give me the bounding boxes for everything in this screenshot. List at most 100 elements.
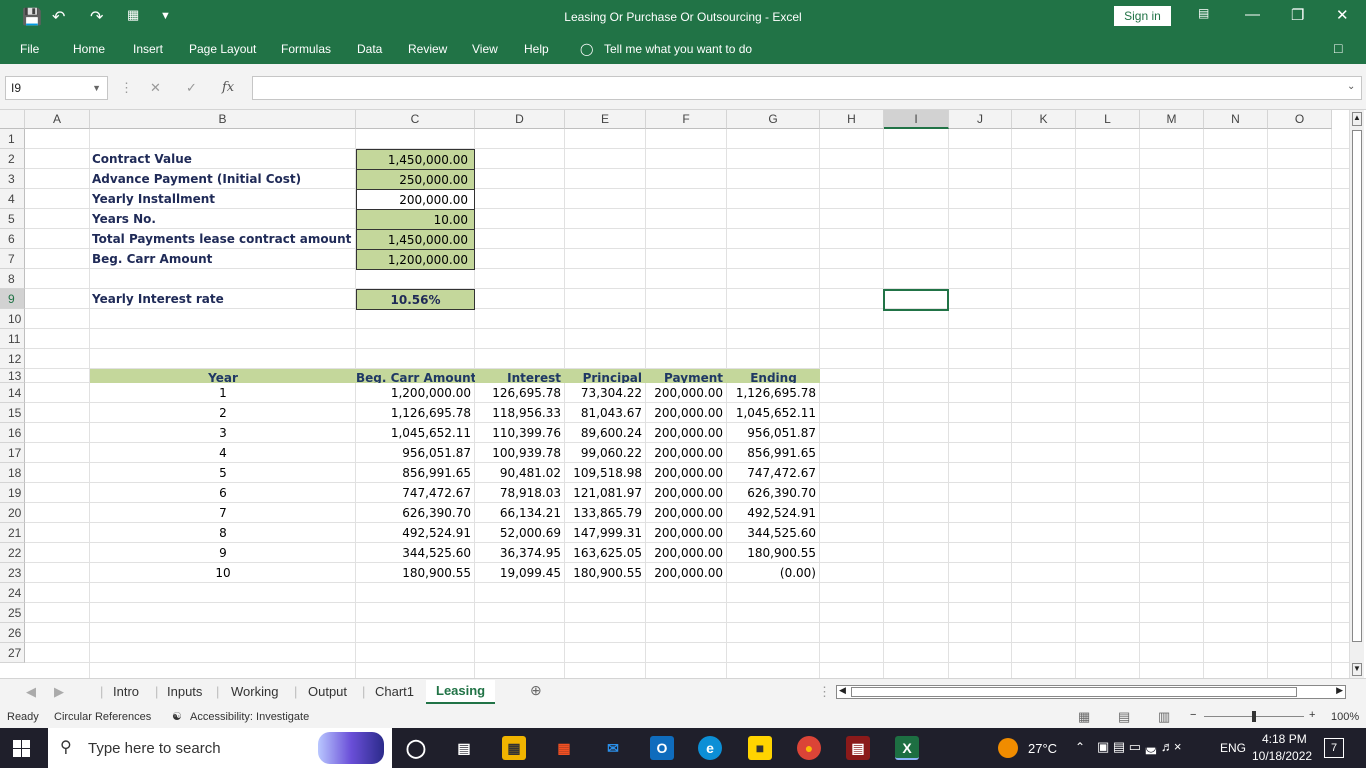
scroll-thumb[interactable]	[1352, 130, 1362, 642]
table-cell[interactable]: 73,304.22	[565, 383, 646, 403]
column-header-j[interactable]: J	[949, 110, 1012, 129]
table-cell[interactable]: 52,000.69	[475, 523, 565, 543]
restore-icon[interactable]: ❐	[1291, 6, 1304, 24]
row-header-16[interactable]: 16	[0, 423, 25, 443]
tab-review[interactable]: Review	[408, 42, 447, 56]
row-header-26[interactable]: 26	[0, 623, 25, 643]
formula-input[interactable]	[252, 76, 1362, 100]
expand-formula-icon[interactable]: ⌄	[1347, 81, 1355, 92]
add-sheet-icon[interactable]: ⊕	[530, 682, 542, 699]
table-cell[interactable]: 4	[90, 443, 356, 463]
table-cell[interactable]: 110,399.76	[475, 423, 565, 443]
tell-me-search[interactable]: Tell me what you want to do	[604, 42, 752, 56]
table-cell[interactable]: 163,625.05	[565, 543, 646, 563]
table-cell[interactable]: 200,000.00	[646, 443, 727, 463]
table-cell[interactable]: 747,472.67	[727, 463, 820, 483]
chrome-icon[interactable]: ●	[797, 736, 821, 760]
zoom-level[interactable]: 100%	[1331, 711, 1359, 723]
tab-insert[interactable]: Insert	[133, 42, 163, 56]
column-header-b[interactable]: B	[90, 110, 356, 129]
tab-data[interactable]: Data	[357, 42, 382, 56]
tab-splitter-icon[interactable]: ⋮	[818, 684, 831, 700]
table-cell[interactable]: 856,991.65	[727, 443, 820, 463]
table-cell[interactable]: 1,200,000.00	[356, 383, 475, 403]
table-cell[interactable]: 956,051.87	[727, 423, 820, 443]
widgets-icon[interactable]: ▤	[452, 736, 476, 760]
tab-page-layout[interactable]: Page Layout	[189, 42, 256, 56]
column-header-o[interactable]: O	[1268, 110, 1332, 129]
table-cell[interactable]: 856,991.65	[356, 463, 475, 483]
table-cell[interactable]: 133,865.79	[565, 503, 646, 523]
zoom-out-icon[interactable]: −	[1190, 709, 1196, 721]
horizontal-scrollbar[interactable]: ◀ ▶	[836, 685, 1346, 699]
zoom-slider-thumb[interactable]	[1252, 711, 1256, 722]
tab-home[interactable]: Home	[73, 42, 105, 56]
sheet-tab-working[interactable]: Working	[231, 684, 278, 699]
comments-icon[interactable]: □	[1334, 40, 1342, 56]
outlook-icon[interactable]: O	[650, 736, 674, 760]
status-accessibility[interactable]: Accessibility: Investigate	[190, 711, 309, 723]
column-header-a[interactable]: A	[25, 110, 90, 129]
row-header-7[interactable]: 7	[0, 249, 25, 269]
row-header-2[interactable]: 2	[0, 149, 25, 169]
windows-start-icon[interactable]	[13, 740, 30, 757]
table-cell[interactable]: 81,043.67	[565, 403, 646, 423]
table-cell[interactable]: 200,000.00	[646, 563, 727, 583]
table-header-0[interactable]: Year	[90, 369, 356, 383]
column-header-m[interactable]: M	[1140, 110, 1204, 129]
tab-file[interactable]: File	[20, 42, 39, 56]
table-cell[interactable]: 626,390.70	[356, 503, 475, 523]
table-cell[interactable]: 6	[90, 483, 356, 503]
table-cell[interactable]: 200,000.00	[646, 503, 727, 523]
table-cell[interactable]: 200,000.00	[646, 383, 727, 403]
table-cell[interactable]: 2	[90, 403, 356, 423]
sign-in-button[interactable]: Sign in	[1114, 6, 1171, 26]
row-header-24[interactable]: 24	[0, 583, 25, 603]
enter-icon[interactable]: ✓	[186, 80, 197, 96]
input-value[interactable]: 10.00	[356, 209, 475, 230]
row-header-6[interactable]: 6	[0, 229, 25, 249]
table-cell[interactable]: 8	[90, 523, 356, 543]
table-cell[interactable]: 1,126,695.78	[356, 403, 475, 423]
table-header-3[interactable]: Principal	[565, 369, 646, 383]
winrar-icon[interactable]: ▤	[846, 736, 870, 760]
column-header-g[interactable]: G	[727, 110, 820, 129]
row-header-27[interactable]: 27	[0, 643, 25, 663]
weather-icon[interactable]	[998, 738, 1018, 758]
table-cell[interactable]: 90,481.02	[475, 463, 565, 483]
table-cell[interactable]: 200,000.00	[646, 403, 727, 423]
rate-label[interactable]: Yearly Interest rate	[92, 289, 354, 309]
page-break-view-icon[interactable]: ▥	[1158, 709, 1170, 725]
column-header-i[interactable]: I	[884, 110, 949, 129]
selected-cell-I9[interactable]	[883, 289, 949, 311]
scroll-right-icon[interactable]: ▶	[1336, 685, 1343, 696]
table-cell[interactable]: 492,524.91	[356, 523, 475, 543]
row-header-13[interactable]: 13	[0, 369, 25, 383]
input-value[interactable]: 1,450,000.00	[356, 229, 475, 250]
clock-date[interactable]: 10/18/2022	[1252, 749, 1312, 763]
close-icon[interactable]: ✕	[1336, 6, 1349, 24]
table-cell[interactable]: 1,126,695.78	[727, 383, 820, 403]
clock-time[interactable]: 4:18 PM	[1262, 732, 1307, 746]
row-header-22[interactable]: 22	[0, 543, 25, 563]
name-box[interactable]: I9 ▼	[5, 76, 108, 100]
row-header-8[interactable]: 8	[0, 269, 25, 289]
sheet-tab-chart1[interactable]: Chart1	[375, 684, 414, 699]
table-header-5[interactable]: Ending	[727, 369, 820, 383]
table-cell[interactable]: 100,939.78	[475, 443, 565, 463]
file-explorer-icon[interactable]: ▦	[502, 736, 526, 760]
row-header-19[interactable]: 19	[0, 483, 25, 503]
vertical-scrollbar[interactable]: ▲ ▼	[1349, 110, 1364, 678]
row-header-17[interactable]: 17	[0, 443, 25, 463]
table-cell[interactable]: 492,524.91	[727, 503, 820, 523]
column-header-d[interactable]: D	[475, 110, 565, 129]
table-header-2[interactable]: Interest	[475, 369, 565, 383]
table-cell[interactable]: 200,000.00	[646, 423, 727, 443]
table-cell[interactable]: (0.00)	[727, 563, 820, 583]
table-cell[interactable]: 180,900.55	[727, 543, 820, 563]
insert-function-icon[interactable]: fx	[222, 80, 234, 95]
taskbar-search[interactable]: ⚲ Type here to search	[48, 728, 392, 768]
table-cell[interactable]: 19,099.45	[475, 563, 565, 583]
select-all-corner[interactable]	[0, 110, 25, 129]
table-cell[interactable]: 9	[90, 543, 356, 563]
